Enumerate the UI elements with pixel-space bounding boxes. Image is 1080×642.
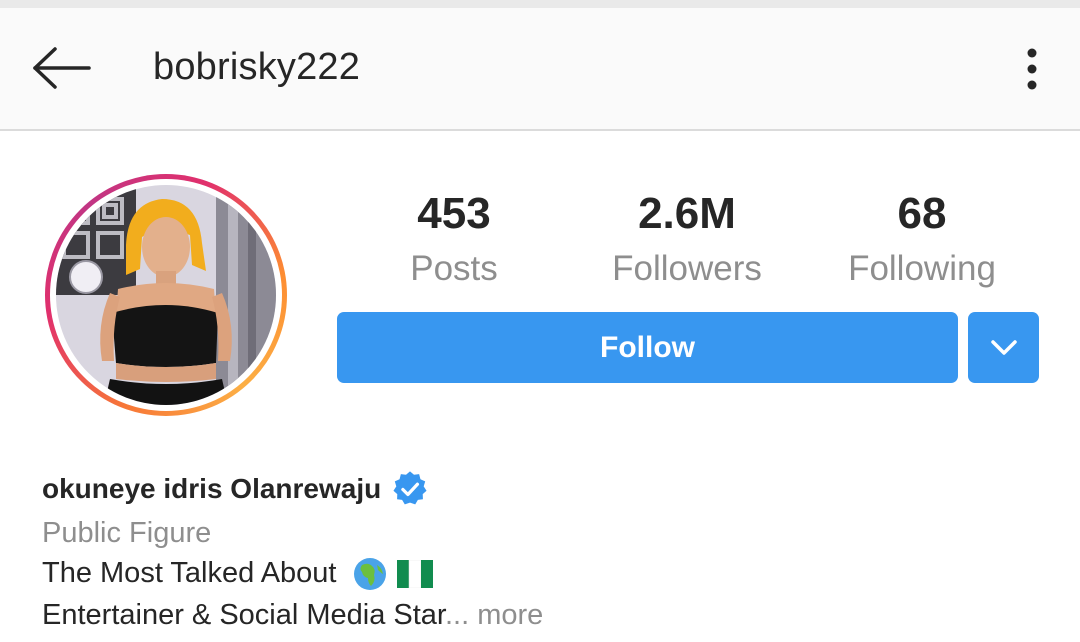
bio-line-2: Entertainer & Social Media Star... more: [42, 594, 1042, 636]
stat-followers[interactable]: 2.6M Followers: [577, 188, 797, 292]
avatar[interactable]: [56, 185, 276, 405]
bio-line-1: The Most Talked About: [42, 552, 1042, 594]
profile-photo: [56, 185, 276, 405]
profile-username: bobrisky222: [153, 46, 361, 88]
more-link[interactable]: more: [469, 599, 543, 631]
stat-value: 2.6M: [638, 189, 736, 238]
stat-following[interactable]: 68 Following: [812, 188, 1032, 292]
bio-ellipsis: ...: [444, 599, 470, 631]
back-button[interactable]: [26, 38, 96, 98]
bio-text: The Most Talked About: [42, 557, 337, 589]
bio-text: Entertainer & Social Media Star: [42, 599, 445, 631]
stat-label: Following: [848, 249, 996, 288]
story-ring[interactable]: [45, 174, 287, 416]
follow-button[interactable]: Follow: [337, 312, 958, 383]
profile-bio: okuneye idris Olanrewaju Public Figure T…: [42, 468, 1042, 636]
nigeria-flag-icon: [396, 560, 433, 589]
verified-badge-icon: [393, 471, 427, 505]
suggested-accounts-button[interactable]: [968, 312, 1039, 383]
full-name: okuneye idris Olanrewaju: [42, 473, 382, 504]
arrow-left-icon: [33, 47, 91, 89]
stat-posts[interactable]: 453 Posts: [344, 188, 564, 292]
stat-value: 68: [897, 189, 947, 238]
stat-label: Posts: [410, 249, 498, 288]
stat-value: 453: [417, 189, 491, 238]
options-menu-button[interactable]: [1010, 44, 1054, 94]
stat-label: Followers: [612, 249, 762, 288]
chevron-down-icon: [990, 339, 1017, 355]
status-strip: [0, 0, 1080, 8]
app-bar: bobrisky222: [0, 8, 1080, 131]
more-vertical-icon: [1027, 48, 1037, 90]
profile-category: Public Figure: [42, 517, 212, 549]
globe-africa-icon: [353, 558, 386, 591]
